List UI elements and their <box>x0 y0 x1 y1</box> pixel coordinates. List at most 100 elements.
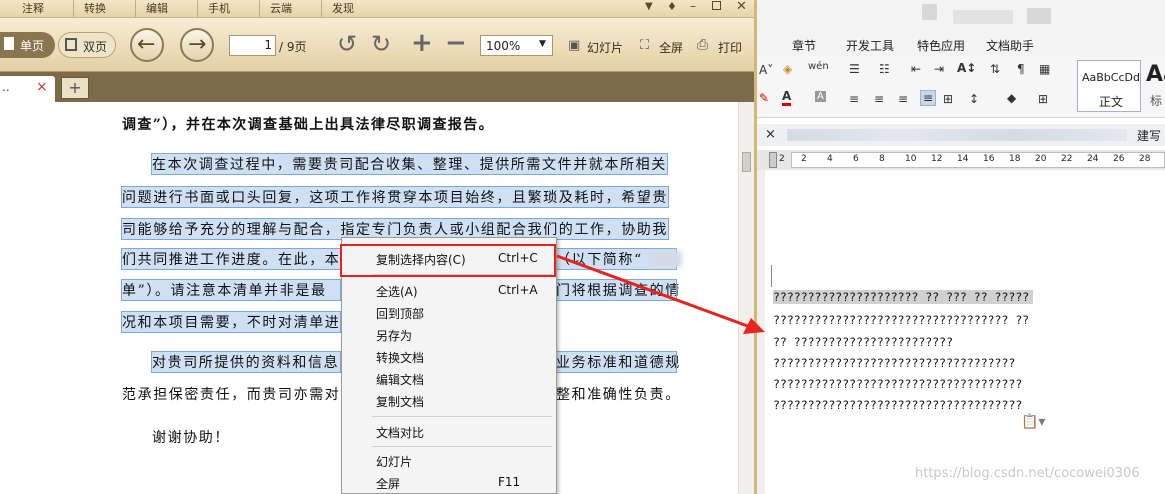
style-normal[interactable]: AaBbCcDd 正文 <box>1077 60 1141 112</box>
distribute-icon[interactable]: ⊞ <box>943 92 953 106</box>
ribbon-tab-developer[interactable]: 开发工具 <box>846 37 894 54</box>
doc-line-4-selected: 司能够给予充分的理解与配合，指定专门负责人或小组配合我们的工作，协助我 <box>121 218 669 240</box>
doc-line-2-selected: 在本次调查过程中，需要贵司配合收集、整理、提供所需文件并就本所相关 <box>151 153 668 175</box>
fullscreen-button[interactable]: 全屏 <box>659 39 683 56</box>
increase-indent-icon[interactable]: ⇥ <box>934 62 944 76</box>
ribbon-tab-chapter[interactable]: 章节 <box>792 37 816 54</box>
menu-tab-edit[interactable]: 编辑 <box>136 0 198 18</box>
callout-highlight-box <box>340 244 556 277</box>
doc-line-8a-selected: 对贵司所提供的资料和信息 <box>151 351 341 373</box>
paint-bucket-icon[interactable]: ◆ <box>1007 91 1016 105</box>
title-bar <box>757 0 1165 34</box>
doc-line-8b-selected: 业务标准和道德规 <box>555 351 679 373</box>
zoom-out-icon[interactable]: − <box>445 28 467 58</box>
ribbon: A˅ ◈ wén ☰ ☷ ⇤ ⇥ A↕ ⇅ ¶ ▦ ✎ A A ≡ ≡ ≡ ≡ … <box>757 56 1165 118</box>
ruler-track <box>791 152 1165 168</box>
pasted-line-6: ???????????????????????????????????? <box>773 398 1023 412</box>
double-page-button[interactable]: 双页 <box>58 32 116 58</box>
ribbon-tab-bar: 章节 开发工具 特色应用 文档助手 <box>757 34 1165 56</box>
doc-tab-label[interactable]: 建写 <box>1137 127 1161 144</box>
margin-mark <box>771 265 772 287</box>
menu-tab-convert[interactable]: 转换 <box>74 0 136 18</box>
menu-tab-annotate[interactable]: 注释 <box>12 0 74 18</box>
menu-item-copy-doc[interactable]: 复制文档 <box>342 390 556 410</box>
minimize-icon[interactable]: – <box>690 0 696 13</box>
border-icon[interactable]: ⊞ <box>1038 92 1048 106</box>
add-tab-button[interactable]: + <box>61 77 89 99</box>
pasted-line-3: ?? ??????????????????????? <box>773 335 954 349</box>
menu-tab-discover[interactable]: 发现 <box>322 0 384 18</box>
style-heading[interactable]: Aa 标 <box>1144 60 1165 112</box>
arrow-shaft <box>556 254 754 330</box>
paste-options-icon[interactable]: 📋▾ <box>1021 414 1045 430</box>
font-shrink-icon[interactable]: A˅ <box>759 63 773 77</box>
align-center-icon[interactable]: ≡ <box>874 92 884 106</box>
pinyin-icon[interactable]: wén <box>808 61 829 72</box>
prev-page-button[interactable]: ← <box>130 28 164 62</box>
next-page-button[interactable]: → <box>180 28 214 62</box>
menu-separator <box>372 416 552 417</box>
line-spacing-icon[interactable]: ↕ <box>969 92 979 106</box>
decrease-indent-icon[interactable]: ⇤ <box>911 62 921 76</box>
document-tab[interactable]: .. × <box>0 76 55 102</box>
rotate-right-icon[interactable]: ↻ <box>371 30 391 58</box>
zoom-select[interactable]: 100% ▼ <box>480 35 553 56</box>
sort-icon[interactable]: ⇅ <box>990 62 1000 76</box>
menu-item-save-as[interactable]: 另存为 <box>342 324 556 344</box>
maximize-icon[interactable] <box>712 1 721 10</box>
menu-item-slideshow[interactable]: 幻灯片 <box>342 450 556 470</box>
align-right-icon[interactable]: ≡ <box>898 92 908 106</box>
menu-item-convert-doc[interactable]: 转换文档 <box>342 346 556 366</box>
menu-tab-cloud[interactable]: 云端 <box>260 0 322 18</box>
zoom-in-icon[interactable]: + <box>411 28 433 58</box>
arrow-left-icon: ← <box>137 32 156 57</box>
ribbon-tab-doc-assistant[interactable]: 文档助手 <box>986 37 1034 54</box>
blurred-tabs <box>787 129 1127 141</box>
char-shading-icon[interactable]: A <box>815 91 826 102</box>
page-number-input[interactable]: 1 <box>229 35 276 56</box>
show-marks-icon[interactable]: ¶ <box>1017 62 1025 76</box>
bullet-list-icon[interactable]: ☰ <box>849 62 860 76</box>
menu-item-compare-doc[interactable]: 文档对比 <box>342 421 556 441</box>
doc-line-10: 谢谢协助！ <box>152 430 230 446</box>
menu-separator <box>372 446 552 447</box>
pasted-line-1: ????????????????????? ?? ??? ?? ????? <box>773 290 1034 304</box>
slideshow-icon: ▣ <box>568 38 581 53</box>
table-icon[interactable]: ▦ <box>1039 62 1050 76</box>
dropdown-icon[interactable]: ▼ <box>645 1 653 12</box>
zoom-value: 100% <box>486 39 521 53</box>
word-page: ????????????????????? ?? ??? ?? ????? ??… <box>765 170 1165 494</box>
font-color-icon[interactable]: A <box>782 89 792 106</box>
highlight-icon[interactable]: ✎ <box>759 91 769 105</box>
clear-format-icon[interactable]: ◈ <box>783 62 792 76</box>
print-button[interactable]: 打印 <box>718 39 742 56</box>
slideshow-button[interactable]: 幻灯片 <box>587 39 623 56</box>
tab-close-icon[interactable]: × <box>36 79 48 95</box>
doc-line-1: 调查”），并在本次调查基础上出具法律尽职调查报告。 <box>122 117 495 133</box>
ribbon-tab-features[interactable]: 特色应用 <box>917 37 965 54</box>
word-processor-window: 章节 开发工具 特色应用 文档助手 A˅ ◈ wén ☰ ☷ ⇤ ⇥ A↕ ⇅ … <box>757 0 1165 494</box>
justify-icon[interactable]: ≡ <box>920 90 937 106</box>
pasted-line-4: ??????????????????????????????????? <box>773 356 1016 370</box>
menu-tab-mobile[interactable]: 手机 <box>198 0 260 18</box>
text-effect-icon[interactable]: A↕ <box>957 61 976 75</box>
single-page-button[interactable]: 单页 <box>0 32 55 58</box>
menu-item-select-all[interactable]: 全选(A) Ctrl+A <box>342 280 556 300</box>
align-left-icon[interactable]: ≡ <box>849 92 859 106</box>
doc-line-7-selected: 况和本项目需要，不时对清单进 <box>121 311 341 333</box>
rotate-left-icon[interactable]: ↺ <box>337 30 357 58</box>
toolbar: 单页 双页 ← → 1 / 9页 ↺ ↻ + − 100% ▼ ▣ 幻灯片 ⛶ … <box>0 18 757 72</box>
chevron-down-icon: ▼ <box>539 39 546 49</box>
menu-item-edit-doc[interactable]: 编辑文档 <box>342 368 556 388</box>
double-page-icon <box>65 38 77 51</box>
fullscreen-icon: ⛶ <box>640 38 650 53</box>
doc-tab-close-icon[interactable]: × <box>765 127 776 142</box>
scrollbar-thumb[interactable] <box>742 152 751 172</box>
menu-item-back-to-top[interactable]: 回到顶部 <box>342 302 556 322</box>
close-window-icon[interactable]: ✕ <box>736 0 747 14</box>
pasted-line-2: ?????????????????????????????????? ?? <box>773 313 1030 327</box>
indent-marker[interactable] <box>769 152 777 168</box>
numbered-list-icon[interactable]: ☷ <box>879 62 890 76</box>
menu-item-fullscreen[interactable]: 全屏 F11 <box>342 472 556 492</box>
skin-icon[interactable]: ♦ <box>667 0 677 13</box>
